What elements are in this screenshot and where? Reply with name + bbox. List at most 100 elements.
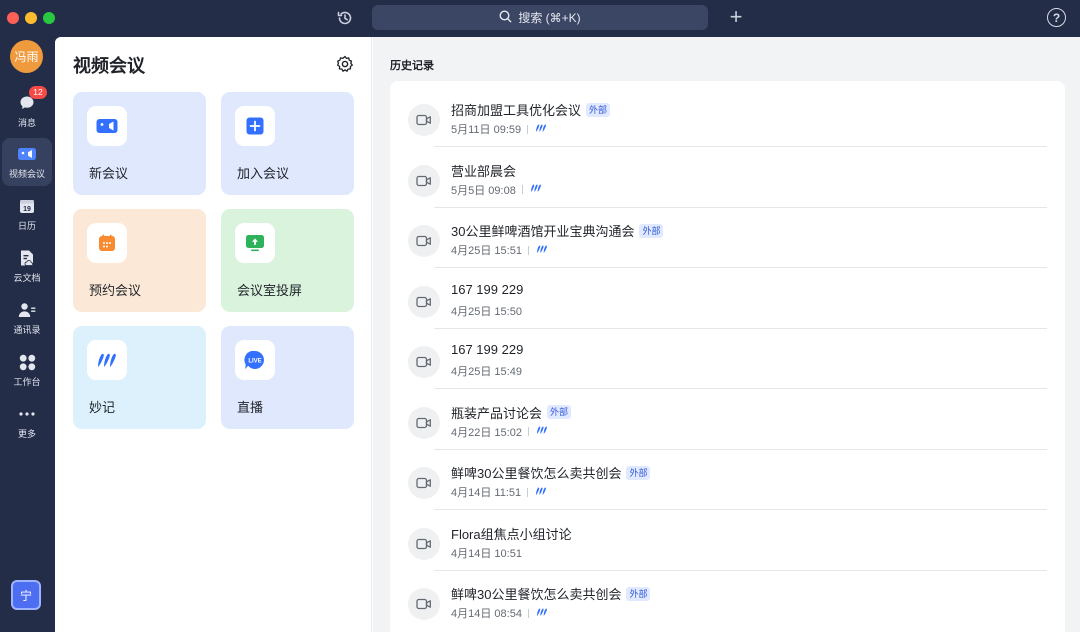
nav-rail: 冯雨 12 消息 视频会议 19 日历 云文档 通讯录 工作台 更多 宁 [0,37,55,632]
unread-badge: 12 [29,86,47,99]
nav-item-cloud-docs[interactable]: 云文档 [2,242,52,290]
history-row-title: 167 199 229 [451,281,524,297]
meeting-camera-icon [408,285,440,318]
meeting-camera-icon [408,346,440,378]
history-row[interactable]: 营业部晨会 5月5日 09:08 [390,148,1065,208]
nav-label-calendar: 日历 [17,221,36,231]
history-row-meta: 5月11日 09:59 [451,121,548,137]
calendar-day-number: 19 [23,206,31,213]
history-row[interactable]: 167 199 229 4月25日 15:50 [390,269,1065,329]
history-list: 招商加盟工具优化会议 外部 5月11日 09:59 营业部晨会 5月5日 09:08 30… [390,81,1065,632]
external-tag: 外部 [626,465,651,480]
history-row[interactable]: 鲜啤30公里餐饮怎么卖共创会 外部 4月14日 08:54 [390,571,1065,631]
history-row[interactable]: 30公里鲜啤酒馆开业宝典沟通会 外部 4月25日 15:51 [390,208,1065,268]
nav-item-calendar[interactable]: 19 日历 [2,190,52,238]
more-dots-icon [17,404,37,424]
history-row[interactable]: 鲜啤30公里餐饮怎么卖共创会 外部 4月14日 11:51 [390,450,1065,510]
user-avatar[interactable]: 冯雨 [10,40,43,73]
nav-label-video-meeting: 视频会议 [8,169,45,179]
history-row-title: 167 199 229 [451,342,524,357]
minutes-tile[interactable]: 妙记 [73,326,206,429]
contacts-icon [17,300,37,320]
history-row[interactable]: 167 199 229 4月25日 15:49 [390,329,1065,389]
search-icon [499,9,512,26]
history-row-title: 鲜啤30公里餐饮怎么卖共创会 [451,587,622,602]
history-row[interactable]: Flora组焦点小组讨论 4月14日 10:51 [390,511,1065,571]
tile-label: 加入会议 [237,166,290,181]
chat-bubble-icon: 12 [17,86,47,113]
history-clock-icon[interactable] [333,6,357,30]
tile-label: 新会议 [89,166,129,181]
nav-item-messages[interactable]: 12 消息 [2,86,52,135]
history-row-meta: 4月14日 08:54 [451,605,549,621]
nav-item-more[interactable]: 更多 [2,398,52,446]
join-meeting-tile[interactable]: 加入会议 [221,92,354,195]
history-row-meta: 4月14日 10:51 [451,545,522,561]
tile-label: 预约会议 [89,283,142,298]
minutes-icon[interactable] [535,244,549,257]
nav-label-messages: 消息 [17,118,36,128]
history-row-time: 4月14日 08:54 [451,608,522,620]
video-camera-icon [17,144,37,164]
history-row-title: 瓶装产品讨论会 [451,405,543,421]
history-row-meta: 4月25日 15:51 [451,242,549,258]
minutes-icon [87,340,127,380]
history-row-meta: 4月22日 15:02 [451,424,549,440]
nav-item-workplace[interactable]: 工作台 [2,346,52,394]
add-button[interactable]: + [725,6,747,30]
close-window-button[interactable] [7,12,19,24]
history-row-title: 30公里鲜啤酒馆开业宝典沟通会 [451,224,635,239]
history-row-title-wrap: 瓶装产品讨论会 外部 [451,403,572,422]
help-button[interactable]: ? [1047,8,1066,27]
meeting-camera-icon [408,104,440,136]
svg-text:LIVE: LIVE [248,359,261,365]
history-row-time: 4月14日 10:51 [451,547,522,560]
history-row-time: 5月5日 09:08 [451,184,516,197]
meeting-camera-icon [408,225,440,257]
history-panel: 历史记录 招商加盟工具优化会议 外部 5月11日 09:59 营业部晨会 5月5日 09… [373,37,1080,632]
history-row-title-wrap: 鲜啤30公里餐饮怎么卖共创会 外部 [451,463,651,482]
history-title: 历史记录 [390,60,434,72]
search-bar[interactable]: 搜索 (⌘+K) [372,5,708,30]
history-row-title-wrap: Flora组焦点小组讨论 [451,524,572,543]
main-content: 视频会议 新会议 加入会议 预约会议 会议室投屏 妙记 LIVE 直播 历史记录… [55,37,1080,632]
room-cast-tile[interactable]: 会议室投屏 [221,209,354,312]
history-row-title: Flora组焦点小组讨论 [451,526,572,542]
history-row[interactable]: 瓶装产品讨论会 外部 4月22日 15:02 [390,390,1065,450]
minutes-icon[interactable] [529,183,543,196]
schedule-meeting-tile[interactable]: 预约会议 [73,209,206,312]
plus-square-icon [235,106,275,146]
history-row-meta: 5月5日 09:08 [451,182,543,198]
history-row-meta: 4月14日 11:51 [451,484,548,500]
minutes-icon[interactable] [535,425,549,438]
minutes-icon[interactable] [534,123,548,136]
new-meeting-tile[interactable]: 新会议 [73,92,206,195]
screen-cast-icon [235,223,275,263]
meeting-actions-panel: 视频会议 新会议 加入会议 预约会议 会议室投屏 妙记 LIVE 直播 [55,37,372,632]
history-row-time: 4月14日 11:51 [451,487,522,499]
live-icon: LIVE [235,340,275,380]
tile-label: 会议室投屏 [237,283,303,298]
gear-icon[interactable] [336,55,354,73]
meta-divider [521,185,523,194]
minutes-icon[interactable] [535,607,549,620]
history-row-title-wrap: 30公里鲜啤酒馆开业宝典沟通会 外部 [451,221,664,240]
meta-divider [527,487,529,497]
history-row-title: 营业部晨会 [451,163,517,179]
live-stream-tile[interactable]: LIVE 直播 [221,326,354,429]
nav-item-video-meeting[interactable]: 视频会议 [2,138,52,186]
history-row[interactable]: 招商加盟工具优化会议 外部 5月11日 09:59 [390,87,1065,147]
workspace-avatar[interactable]: 宁 [11,580,41,610]
external-tag: 外部 [626,586,651,601]
nav-item-contacts[interactable]: 通讯录 [2,294,52,342]
history-row-title-wrap: 招商加盟工具优化会议 外部 [451,100,611,119]
meta-divider [527,427,529,436]
minutes-icon[interactable] [534,486,548,499]
meeting-camera-icon [408,527,440,560]
minimize-window-button[interactable] [25,12,37,24]
nav-label-cloud-docs: 云文档 [13,273,41,283]
meeting-camera-icon [408,467,440,499]
meeting-camera-icon [408,406,440,439]
tile-label: 妙记 [89,400,116,415]
maximize-window-button[interactable] [43,12,55,24]
